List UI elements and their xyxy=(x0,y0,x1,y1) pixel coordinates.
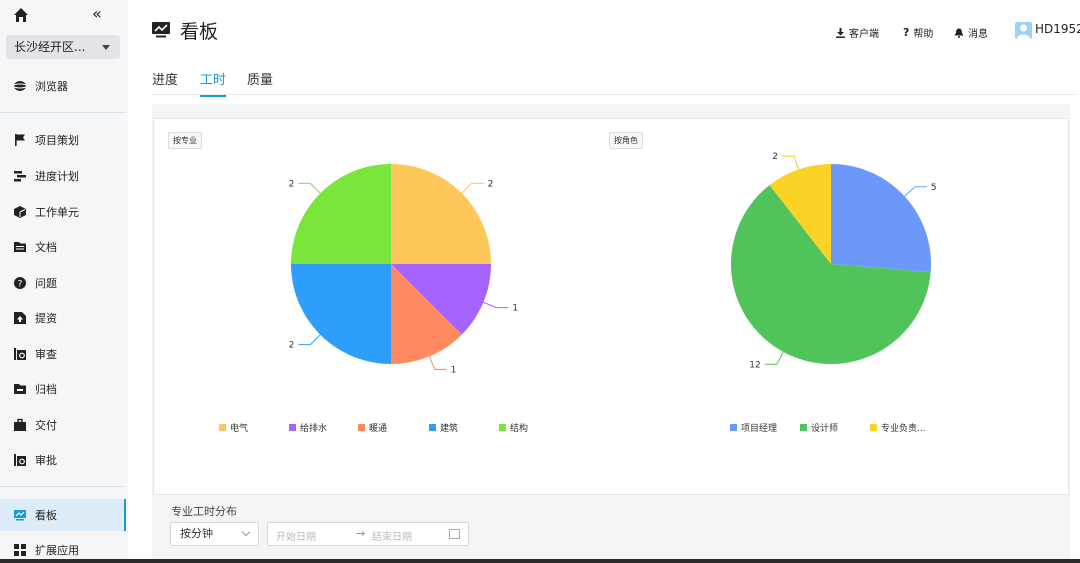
end-date-input[interactable]: 结束日期 xyxy=(372,528,412,543)
legend-label-1-2: 专业负责... xyxy=(881,422,926,434)
pie-label-line-0-0 xyxy=(461,182,484,194)
pie-value-label-0-0: 2 xyxy=(488,179,494,189)
pie-label-line-0-1 xyxy=(483,301,509,309)
legend-label-0-2: 暖通 xyxy=(369,422,387,434)
calendar-icon[interactable] xyxy=(449,529,460,539)
legend-swatch-1-1 xyxy=(800,424,807,431)
pie-label-line-1-0 xyxy=(904,186,927,197)
legend-label-0-4: 结构 xyxy=(510,422,528,434)
legend-swatch-1-0 xyxy=(730,424,737,431)
legend-label-0-1: 给排水 xyxy=(300,422,327,434)
pie-slice-1-0 xyxy=(831,164,931,273)
arrow-right-icon: → xyxy=(356,527,366,540)
pie-value-label-0-1: 1 xyxy=(512,304,518,314)
pie-label-line-0-2 xyxy=(428,356,447,370)
unit-select-value: 按分钟 xyxy=(180,527,213,540)
legend-label-0-0: 电气 xyxy=(230,422,248,434)
legend-label-1-0: 项目经理 xyxy=(741,422,777,434)
pie-label-line-1-2 xyxy=(781,155,800,170)
start-date-input[interactable]: 开始日期 xyxy=(276,528,316,543)
pie-label-line-1-1 xyxy=(764,351,784,365)
chevron-down-icon xyxy=(241,527,251,537)
date-range-picker[interactable]: 开始日期 → 结束日期 xyxy=(267,522,469,546)
legend-swatch-0-2 xyxy=(358,424,365,431)
pie-value-label-0-4: 2 xyxy=(289,179,295,189)
legend-swatch-0-0 xyxy=(219,424,226,431)
pie-slice-0-0 xyxy=(391,164,491,264)
legend-label-1-1: 设计师 xyxy=(811,422,838,434)
unit-select[interactable]: 按分钟 xyxy=(170,522,259,546)
pie-slice-0-4 xyxy=(291,164,391,264)
pie-value-label-1-0: 5 xyxy=(931,183,937,193)
pie-value-label-0-2: 1 xyxy=(451,365,457,375)
taskbar xyxy=(0,559,1080,563)
legend-swatch-0-1 xyxy=(289,424,296,431)
legend-swatch-1-2 xyxy=(870,424,877,431)
pie-value-label-0-3: 2 xyxy=(289,341,295,351)
section-title: 专业工时分布 xyxy=(171,505,237,518)
pie-slice-0-3 xyxy=(291,264,391,364)
legend-swatch-0-4 xyxy=(499,424,506,431)
pie-charts: 21122电气 给排水 暖通 建筑 结构5122项目经理 设计师 专业负责... xyxy=(219,152,937,434)
legend-label-0-3: 建筑 xyxy=(440,422,458,434)
pie-label-line-0-3 xyxy=(298,334,321,346)
app: « 长沙经开区... 浏览器 项目策划 进度计划 工作单元 文档 ? 问题 提资… xyxy=(0,0,1080,563)
legend-swatch-0-3 xyxy=(429,424,436,431)
pie-value-label-1-1: 12 xyxy=(749,360,760,370)
pie-value-label-1-2: 2 xyxy=(772,152,778,162)
pie-label-line-0-4 xyxy=(298,182,321,194)
